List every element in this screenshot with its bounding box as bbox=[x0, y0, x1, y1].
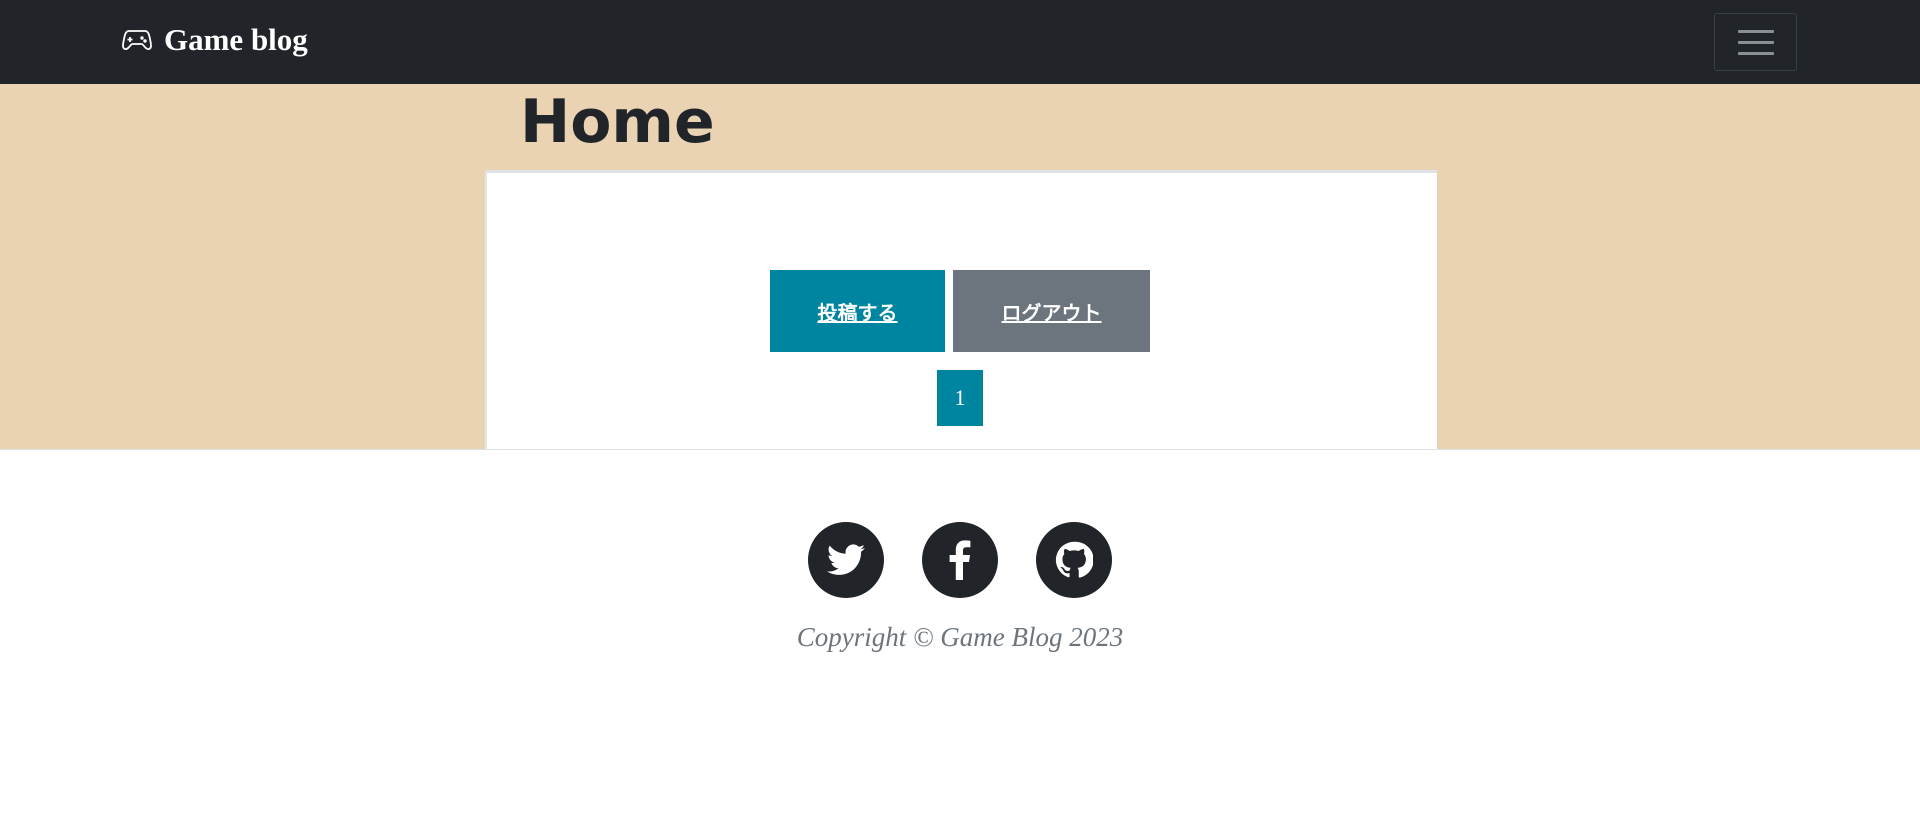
copyright-text: Copyright © Game Blog 2023 bbox=[796, 622, 1124, 652]
gamepad-icon bbox=[122, 30, 152, 51]
hamburger-icon-bar bbox=[1737, 40, 1774, 44]
twitter-link[interactable] bbox=[808, 522, 884, 598]
twitter-icon bbox=[827, 544, 865, 575]
hamburger-icon bbox=[1737, 29, 1774, 33]
page-title: Home bbox=[520, 87, 715, 157]
github-link[interactable] bbox=[1036, 522, 1112, 598]
divider bbox=[0, 449, 1920, 450]
logout-button[interactable]: ログアウト bbox=[953, 270, 1150, 352]
brand-text: Game blog bbox=[164, 22, 308, 57]
pagination-page-1[interactable]: 1 bbox=[937, 370, 983, 426]
navbar-toggler-button[interactable] bbox=[1714, 13, 1797, 71]
facebook-link[interactable] bbox=[922, 522, 998, 598]
github-icon bbox=[1055, 541, 1093, 578]
facebook-icon bbox=[949, 540, 971, 580]
navbar: Game blog bbox=[0, 0, 1920, 84]
post-button[interactable]: 投稿する bbox=[770, 270, 945, 352]
hamburger-icon-bar bbox=[1737, 51, 1774, 55]
brand-link[interactable]: Game blog bbox=[122, 22, 308, 58]
